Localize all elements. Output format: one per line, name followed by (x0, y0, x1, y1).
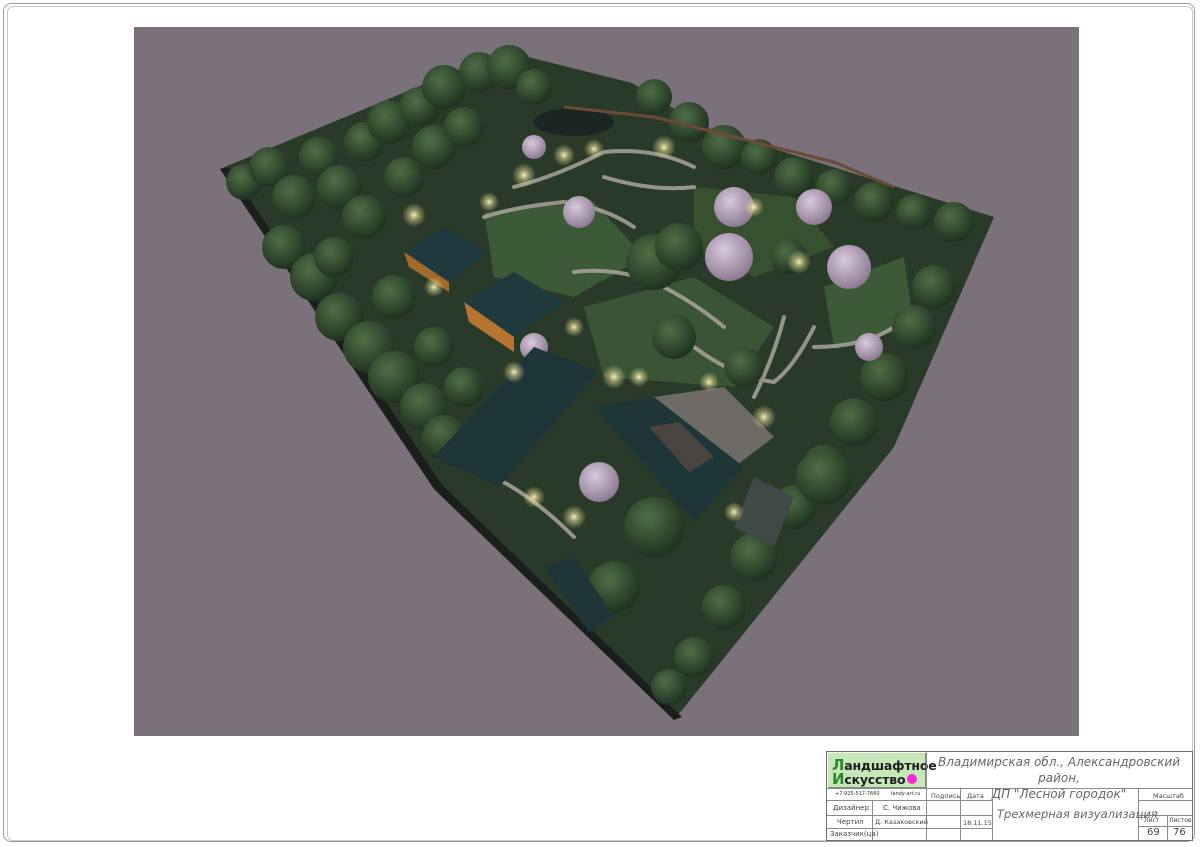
date-value: 18.11.15 (963, 819, 992, 827)
sheets-total: 76 (1173, 827, 1186, 838)
grid-line (827, 800, 992, 801)
grid-line (827, 828, 992, 829)
grid-line (1167, 815, 1168, 840)
sheets-label: Листов (1169, 817, 1192, 824)
date-header: Дата (967, 792, 984, 800)
drafter-name: Д. Казаковский (875, 818, 928, 826)
drawing-title: Трехмерная визуализация (997, 807, 1158, 821)
website: landy-art.ru (891, 791, 921, 797)
grid-line (926, 788, 927, 840)
designer-name: С. Чижова (883, 804, 921, 812)
logo-dot (907, 774, 917, 784)
grid-line (926, 752, 927, 788)
designer-label: Дизайнер (833, 804, 869, 812)
sign-header: Подпись (931, 792, 961, 800)
sheet-number: 69 (1147, 827, 1160, 838)
grid-line (827, 815, 992, 816)
render-illustration (220, 45, 994, 720)
drafter-label: Чертил (837, 818, 864, 826)
address-line-1: Владимирская обл., Александровский район… (938, 755, 1180, 785)
logo-line-2: Искусство (832, 770, 906, 788)
landscape-3d-render (134, 27, 1079, 736)
company-logo: Ландшафтное Искусство (828, 753, 937, 788)
scale-header: Масштаб (1153, 792, 1184, 800)
phone-number: +7-925-517-7660 (835, 791, 880, 797)
title-block: Ландшафтное Искусство Владимирская обл.,… (826, 751, 1193, 841)
sheet-label: Лист (1144, 817, 1160, 824)
client-label: Заказчик(ца) (830, 830, 879, 838)
grid-line (1138, 800, 1192, 801)
grid-line (992, 788, 993, 840)
